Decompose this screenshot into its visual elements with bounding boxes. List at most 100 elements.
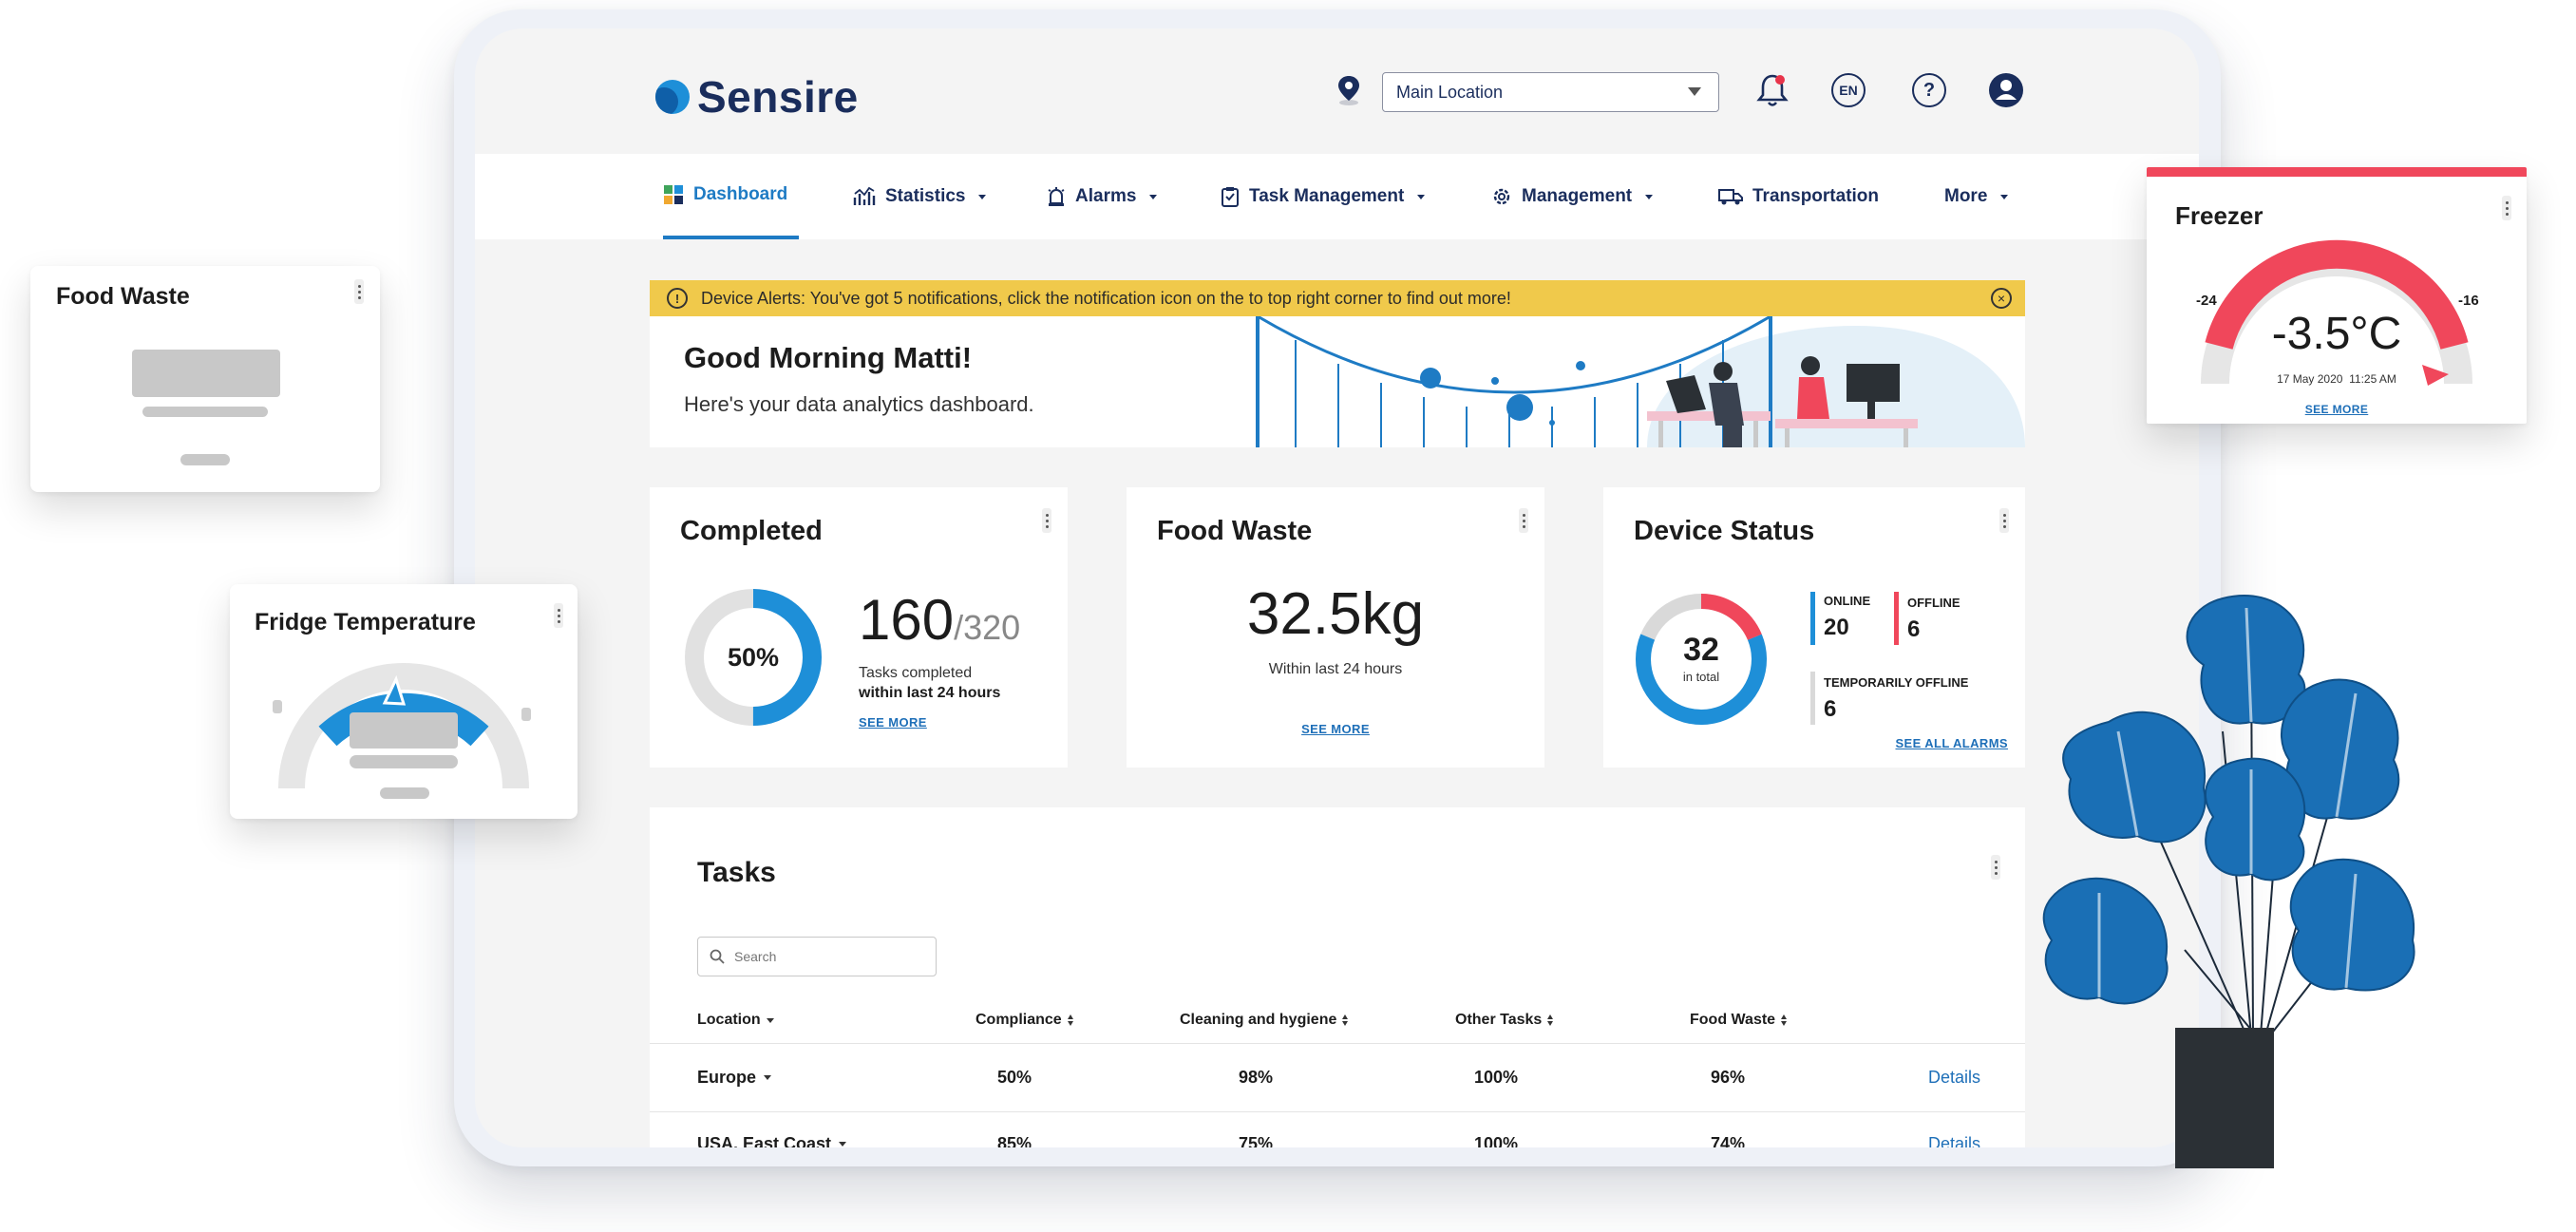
column-header-other-tasks[interactable]: Other Tasks (1455, 1012, 1554, 1029)
notification-bell-button[interactable] (1752, 70, 1792, 110)
food-waste-card: Food Waste 32.5kg Within last 24 hours S… (1127, 487, 1544, 768)
dashboard-icon (664, 185, 683, 204)
nav-alarms-label: Alarms (1075, 186, 1137, 206)
help-icon: ? (1912, 73, 1946, 107)
completed-done: 160 (859, 588, 955, 652)
chevron-down-icon (766, 1017, 774, 1023)
food-waste-see-more-link[interactable]: SEE MORE (1127, 722, 1544, 736)
kebab-menu-icon[interactable] (1042, 508, 1051, 533)
monstera-plant-illustration (2042, 595, 2415, 1168)
greeting-subtitle: Here's your data analytics dashboard. (684, 392, 1034, 416)
kebab-menu-icon[interactable] (1999, 508, 2009, 533)
device-total-label: in total (1682, 670, 1720, 684)
brand-logo[interactable]: Sensire (655, 71, 859, 123)
column-header-cleaning[interactable]: Cleaning and hygiene (1180, 1012, 1349, 1029)
chevron-down-icon (1417, 194, 1426, 199)
row-cleaning: 98% (1239, 1068, 1274, 1087)
temp-offline-bar (1810, 672, 1815, 725)
column-food-waste-label: Food Waste (1690, 1012, 1776, 1028)
chevron-down-icon (2000, 194, 2009, 199)
row-location: Europe (697, 1068, 772, 1088)
plant-pot (2175, 1028, 2274, 1168)
food-waste-widget-title: Food Waste (56, 283, 190, 310)
close-icon[interactable]: × (1991, 288, 2012, 309)
column-location-label: Location (697, 1012, 761, 1028)
tasks-title: Tasks (697, 857, 776, 888)
offline-label: OFFLINE (1907, 596, 1960, 610)
row-location-label: Europe (697, 1068, 757, 1087)
clipboard-icon (1222, 187, 1239, 207)
see-all-alarms-link[interactable]: SEE ALL ALARMS (1895, 736, 2008, 750)
device-status-card: Device Status 32 in total ONLINE 20 OFFL… (1603, 487, 2025, 768)
row-details-link[interactable]: Details (1928, 1068, 1980, 1088)
statistics-icon (853, 186, 876, 205)
alarm-siren-icon (1048, 187, 1065, 206)
kebab-menu-icon[interactable] (1519, 508, 1528, 533)
sort-icon (1067, 1014, 1073, 1026)
column-other-tasks-label: Other Tasks (1455, 1012, 1543, 1028)
online-bar (1810, 592, 1815, 645)
kebab-menu-icon[interactable] (2502, 196, 2511, 220)
column-header-compliance[interactable]: Compliance (975, 1012, 1073, 1029)
row-details-link[interactable]: Details (1928, 1134, 1980, 1147)
nav-statistics[interactable]: Statistics (853, 154, 987, 239)
nav-alarms[interactable]: Alarms (1047, 154, 1158, 239)
main-nav: Dashboard Statistics Alarms Task Managem… (475, 154, 2199, 239)
freezer-widget: Freezer -24 -16 -3.5°C 17 May 2020 11:25… (2147, 167, 2527, 424)
search-icon (710, 949, 725, 964)
nav-management[interactable]: Management (1491, 154, 1654, 239)
device-alert-banner: ! Device Alerts: You've got 5 notificati… (650, 280, 2025, 316)
column-header-food-waste[interactable]: Food Waste (1690, 1012, 1788, 1029)
placeholder-line (380, 787, 429, 799)
row-location-label: USA, East Coast (697, 1134, 832, 1147)
chevron-down-icon[interactable] (839, 1142, 847, 1147)
user-account-button[interactable] (1986, 70, 2026, 110)
column-header-location[interactable]: Location (697, 1012, 774, 1029)
language-button[interactable]: EN (1828, 70, 1868, 110)
nav-transportation[interactable]: Transportation (1718, 154, 1879, 239)
freezer-temperature: -3.5°C (2271, 309, 2402, 359)
completed-caption-1: Tasks completed (859, 665, 973, 681)
offline-bar (1894, 592, 1899, 645)
nav-dashboard[interactable]: Dashboard (663, 154, 800, 239)
sensire-logo-icon (655, 80, 690, 114)
placeholder-line (142, 407, 268, 417)
kebab-menu-icon[interactable] (554, 603, 563, 628)
chevron-down-icon (978, 194, 987, 199)
placeholder-block (132, 350, 280, 397)
brand-name: Sensire (697, 72, 859, 122)
freezer-title: Freezer (2175, 201, 2263, 230)
tasks-search-field[interactable] (697, 937, 937, 976)
help-button[interactable]: ? (1909, 70, 1949, 110)
completed-see-more-link[interactable]: SEE MORE (859, 715, 927, 730)
completed-total: /320 (954, 608, 1021, 647)
temp-offline-count: 6 (1824, 696, 1837, 722)
completed-percent: 50% (727, 642, 780, 672)
nav-task-management[interactable]: Task Management (1221, 154, 1426, 239)
nav-task-management-label: Task Management (1249, 186, 1405, 206)
alert-message: Device Alerts: You've got 5 notification… (701, 288, 1511, 308)
column-cleaning-label: Cleaning and hygiene (1180, 1012, 1337, 1028)
row-other-tasks: 100% (1474, 1068, 1519, 1087)
location-pin-icon (1338, 76, 1359, 105)
nav-more-label: More (1944, 186, 1988, 206)
freezer-min: -24 (2196, 293, 2217, 309)
food-waste-caption: Within last 24 hours (1268, 661, 1403, 677)
nav-dashboard-label: Dashboard (693, 184, 788, 204)
location-select[interactable]: Main Location (1382, 72, 1719, 112)
greeting-title: Good Morning Matti! (684, 341, 973, 374)
fridge-widget-title: Fridge Temperature (255, 609, 476, 635)
tasks-panel: Tasks (650, 807, 2025, 1147)
tasks-search-input[interactable] (732, 948, 913, 965)
chevron-down-icon[interactable] (764, 1075, 772, 1080)
food-waste-title: Food Waste (1157, 516, 1313, 546)
food-waste-widget: Food Waste (30, 266, 380, 492)
nav-transportation-label: Transportation (1752, 186, 1880, 206)
gear-icon (1493, 188, 1510, 205)
device-status-title: Device Status (1634, 516, 1815, 546)
user-avatar-icon (1989, 73, 2023, 107)
kebab-menu-icon[interactable] (1991, 855, 2000, 880)
kebab-menu-icon[interactable] (354, 279, 364, 304)
nav-more[interactable]: More (1944, 154, 2009, 239)
freezer-see-more-link[interactable]: SEE MORE (2147, 403, 2527, 416)
